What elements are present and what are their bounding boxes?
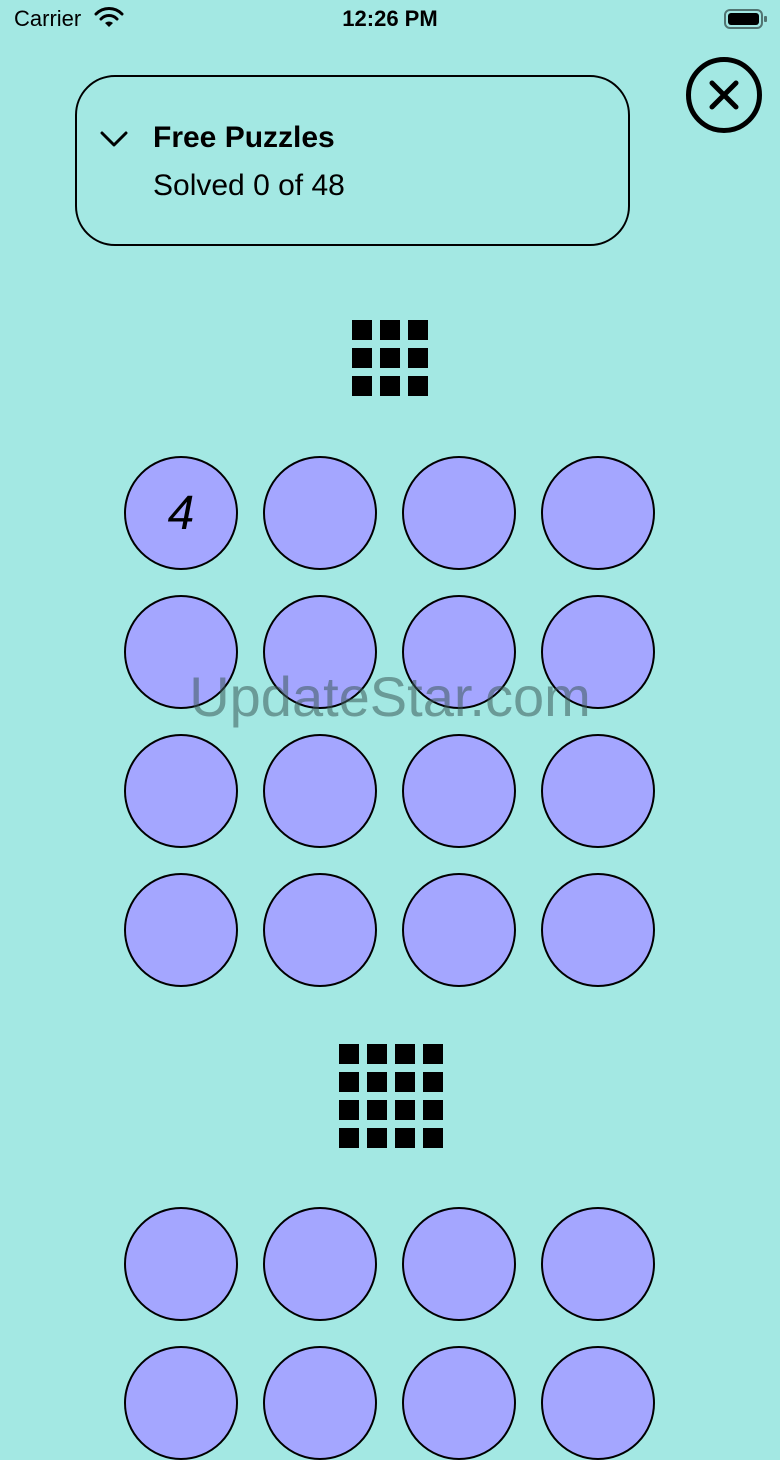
grid-square [339, 1100, 359, 1120]
puzzle-button[interactable] [541, 734, 655, 848]
puzzle-button[interactable] [541, 595, 655, 709]
puzzle-button[interactable] [402, 1207, 516, 1321]
clock: 12:26 PM [342, 6, 438, 31]
grid-square [423, 1100, 443, 1120]
grid-square [423, 1072, 443, 1092]
chevron-down-icon[interactable] [99, 129, 129, 149]
puzzle-number: 4 [167, 486, 195, 540]
puzzle-button[interactable] [541, 1207, 655, 1321]
puzzle-button[interactable] [263, 1346, 377, 1460]
puzzle-button[interactable] [541, 1346, 655, 1460]
grid-square [380, 376, 400, 396]
grid-square [367, 1100, 387, 1120]
puzzle-button[interactable] [263, 456, 377, 570]
puzzle-button[interactable] [402, 595, 516, 709]
grid-square [380, 348, 400, 368]
grid-square [423, 1128, 443, 1148]
grid-square [380, 320, 400, 340]
close-icon [709, 80, 739, 110]
puzzle-button[interactable]: 4 [124, 456, 238, 570]
puzzle-button[interactable] [263, 734, 377, 848]
grid-square [352, 376, 372, 396]
grid-square [408, 320, 428, 340]
puzzle-button[interactable] [263, 1207, 377, 1321]
puzzle-button[interactable] [402, 1346, 516, 1460]
status-bar: Carrier 12:26 PM [0, 0, 780, 40]
puzzle-button[interactable] [402, 873, 516, 987]
grid-square [352, 320, 372, 340]
puzzle-collection-selector[interactable]: Free Puzzles Solved 0 of 48 [75, 75, 630, 246]
grid-square [395, 1072, 415, 1092]
puzzle-button[interactable] [124, 1346, 238, 1460]
collection-title: Free Puzzles [153, 121, 335, 154]
grid-square [367, 1128, 387, 1148]
puzzle-grid-3x3: 4 [124, 456, 655, 987]
puzzle-button[interactable] [124, 595, 238, 709]
close-button[interactable] [686, 57, 762, 133]
grid-square [423, 1044, 443, 1064]
puzzle-button[interactable] [124, 873, 238, 987]
grid-square [352, 348, 372, 368]
grid-square [395, 1044, 415, 1064]
grid-square [339, 1072, 359, 1092]
grid-square [395, 1128, 415, 1148]
puzzle-button[interactable] [263, 595, 377, 709]
grid-square [367, 1072, 387, 1092]
solved-progress: Solved 0 of 48 [153, 169, 345, 202]
puzzle-button[interactable] [124, 1207, 238, 1321]
grid-square [339, 1128, 359, 1148]
puzzle-button[interactable] [263, 873, 377, 987]
grid-3x3-icon [352, 320, 428, 396]
battery-icon [724, 9, 767, 29]
puzzle-button[interactable] [402, 734, 516, 848]
grid-square [408, 376, 428, 396]
grid-square [367, 1044, 387, 1064]
grid-square [408, 348, 428, 368]
grid-square [395, 1100, 415, 1120]
puzzle-button[interactable] [541, 873, 655, 987]
grid-4x4-icon [339, 1044, 443, 1148]
puzzle-button[interactable] [124, 734, 238, 848]
puzzle-grid-4x4 [124, 1207, 655, 1460]
grid-square [339, 1044, 359, 1064]
puzzle-button[interactable] [541, 456, 655, 570]
puzzle-button[interactable] [402, 456, 516, 570]
